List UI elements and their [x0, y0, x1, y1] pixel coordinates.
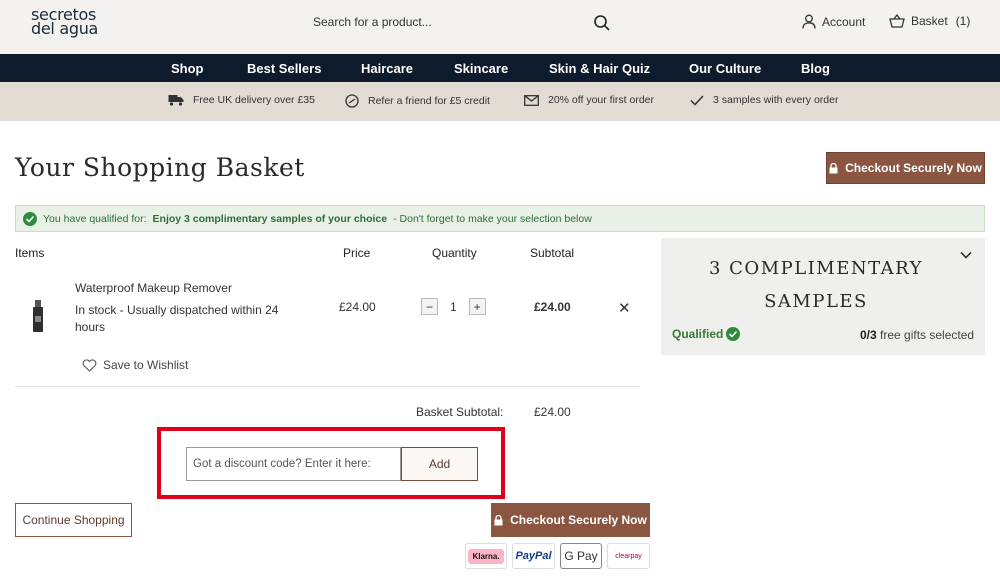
header-price: Price: [343, 246, 371, 260]
checkout-label: Checkout Securely Now: [510, 513, 647, 527]
basket-icon: [889, 14, 905, 28]
remove-item-icon[interactable]: ✕: [618, 299, 631, 317]
nav-item-our-culture[interactable]: Our Culture: [689, 61, 761, 76]
main-nav: Shop Best Sellers Haircare Skincare Skin…: [0, 54, 1000, 82]
checkout-button-top[interactable]: Checkout Securely Now: [826, 152, 985, 184]
nav-item-blog[interactable]: Blog: [801, 61, 830, 76]
usp-item-samples: 3 samples with every order: [690, 94, 838, 106]
user-icon: [802, 14, 816, 29]
header-subtotal: Subtotal: [530, 246, 575, 260]
usp-text: Refer a friend for £5 credit: [368, 95, 490, 107]
heart-icon: [82, 358, 97, 372]
account-label: Account: [822, 14, 866, 29]
quantity-value[interactable]: 1: [450, 300, 457, 314]
selected-count: 0/3: [860, 328, 877, 342]
check-circle-icon: [23, 211, 37, 226]
qualified-prefix: You have qualified for:: [43, 212, 147, 225]
header-items: Items: [15, 246, 45, 260]
usp-item-delivery: Free UK delivery over £35: [168, 94, 315, 106]
site-header: secretos del agua Search for a product..…: [0, 0, 1000, 54]
chevron-down-icon[interactable]: [959, 248, 973, 262]
nav-item-haircare[interactable]: Haircare: [361, 61, 413, 76]
decrease-quantity-button[interactable]: −: [421, 298, 438, 315]
search-icon[interactable]: [593, 14, 611, 32]
paypal-text: PayPal: [515, 550, 552, 562]
logo-line-2: del agua: [31, 19, 99, 38]
paypal-logo: PayPal: [512, 543, 555, 569]
search-input[interactable]: Search for a product...: [313, 15, 432, 29]
usp-text: 20% off your first order: [548, 94, 655, 106]
product-image[interactable]: [32, 300, 44, 332]
klarna-text: Klarna.: [468, 548, 504, 564]
qualified-suffix: - Don't forget to make your selection be…: [393, 212, 592, 225]
lock-icon: [494, 514, 503, 525]
basket-subtotal-label: Basket Subtotal:: [416, 405, 504, 419]
stock-status: In stock - Usually dispatched within 24 …: [75, 303, 279, 334]
increase-quantity-button[interactable]: +: [468, 298, 486, 315]
basket-link[interactable]: Basket (1): [889, 14, 970, 28]
clearpay-logo: clearpay: [607, 543, 650, 569]
discount-code-input[interactable]: [186, 447, 401, 481]
truck-icon: [168, 95, 184, 106]
gifts-selected-count: 0/3 free gifts selected: [860, 328, 974, 342]
nav-item-best-sellers[interactable]: Best Sellers: [247, 61, 321, 76]
refer-icon: [345, 94, 359, 108]
continue-shopping-button[interactable]: Continue Shopping: [15, 503, 132, 537]
usp-item-refer: Refer a friend for £5 credit: [345, 94, 490, 108]
google-pay-logo: G Pay: [560, 543, 602, 569]
envelope-icon: [524, 94, 539, 106]
basket-count: (1): [955, 14, 971, 28]
divider: [15, 386, 640, 387]
usp-item-discount: 20% off your first order: [524, 94, 654, 106]
selected-text: free gifts selected: [880, 328, 975, 342]
nav-item-shop[interactable]: Shop: [171, 61, 204, 76]
lock-icon: [829, 162, 838, 173]
qualified-offer: Enjoy 3 complimentary samples of your ch…: [152, 212, 388, 225]
check-circle-icon: [726, 327, 741, 341]
page-title: Your Shopping Basket: [15, 153, 305, 182]
usp-bar: Free UK delivery over £35 Refer a friend…: [0, 82, 1000, 121]
samples-title-line-2: SAMPLES: [764, 291, 868, 312]
checkout-button-bottom[interactable]: Checkout Securely Now: [491, 503, 650, 537]
add-discount-button[interactable]: Add: [401, 447, 478, 481]
product-name[interactable]: Waterproof Makeup Remover: [75, 281, 232, 295]
usp-text: Free UK delivery over £35: [193, 94, 315, 106]
wishlist-label: Save to Wishlist: [103, 358, 189, 372]
nav-item-skin-hair-quiz[interactable]: Skin & Hair Quiz: [549, 61, 650, 76]
account-link[interactable]: Account: [802, 14, 865, 29]
nav-item-skincare[interactable]: Skincare: [454, 61, 508, 76]
logo[interactable]: secretos del agua: [31, 7, 99, 38]
checkout-label: Checkout Securely Now: [845, 161, 982, 175]
qualified-banner: You have qualified for: Enjoy 3 complime…: [15, 205, 985, 232]
save-to-wishlist-button[interactable]: Save to Wishlist: [82, 358, 188, 372]
clearpay-text: clearpay: [615, 552, 642, 560]
complimentary-samples-panel[interactable]: 3 COMPLIMENTARY SAMPLES Qualified 0/3 fr…: [661, 238, 985, 355]
quantity-stepper: − 1 +: [421, 298, 486, 315]
basket-label: Basket: [911, 14, 948, 28]
qualified-status: Qualified: [672, 327, 741, 341]
klarna-logo: Klarna.: [465, 543, 507, 569]
product-subtotal: £24.00: [534, 300, 571, 314]
basket-subtotal-value: £24.00: [534, 405, 571, 419]
header-quantity: Quantity: [432, 246, 477, 260]
qualified-label: Qualified: [672, 327, 724, 341]
check-icon: [690, 94, 704, 106]
product-price: £24.00: [339, 300, 376, 314]
usp-text: 3 samples with every order: [713, 94, 839, 106]
samples-title: 3 COMPLIMENTARY SAMPLES: [661, 252, 971, 318]
gpay-text: G Pay: [564, 549, 598, 563]
samples-title-line-1: 3 COMPLIMENTARY: [708, 258, 924, 279]
